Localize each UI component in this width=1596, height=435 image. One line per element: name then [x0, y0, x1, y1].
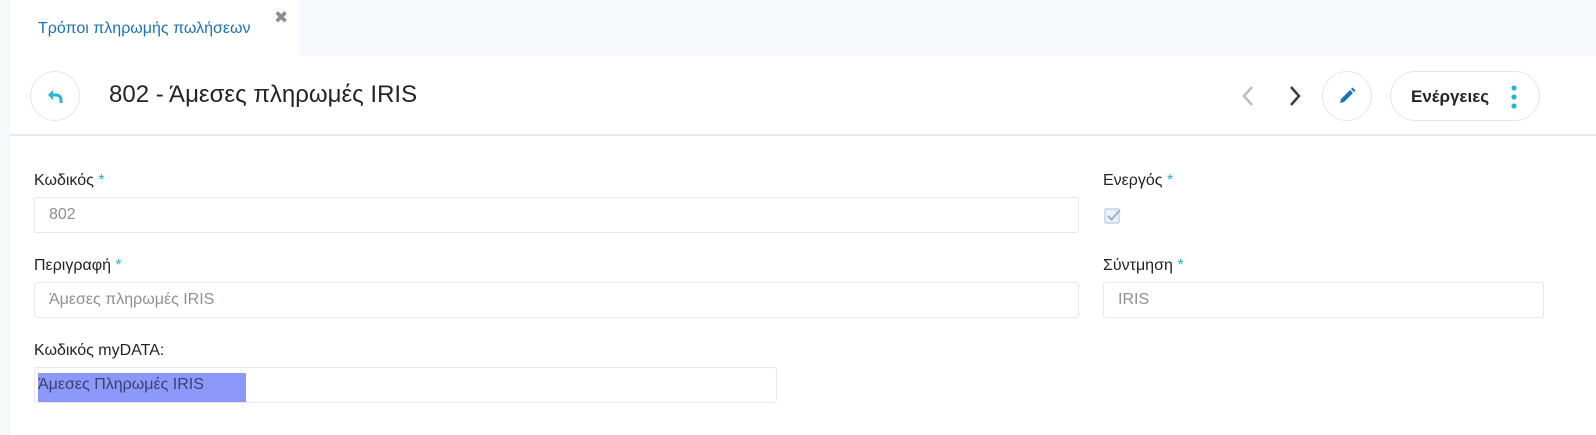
mydata-selected-value: Άμεσες Πληρωμές IRIS: [38, 373, 246, 402]
record-header: 802 - Άμεσες πληρωμές IRIS Ενέργειες: [10, 56, 1596, 136]
actions-button[interactable]: Ενέργειες: [1390, 71, 1540, 121]
short-label-text: Σύντμηση: [1103, 257, 1173, 274]
code-label-text: Κωδικός: [34, 172, 94, 189]
description-field[interactable]: Άμεσες πληρωμές IRIS: [34, 282, 1079, 318]
pencil-icon: [1340, 87, 1356, 103]
next-record-button[interactable]: [1282, 83, 1308, 109]
required-marker: *: [1166, 172, 1174, 189]
previous-record-button[interactable]: [1235, 83, 1261, 109]
undo-icon: [48, 90, 63, 103]
more-vertical-icon: [1511, 85, 1517, 109]
required-marker: *: [115, 257, 122, 274]
short-field[interactable]: IRIS: [1103, 282, 1544, 318]
code-label: Κωδικός *: [34, 172, 105, 190]
required-marker: *: [98, 172, 105, 189]
short-label: Σύντμηση *: [1103, 257, 1184, 275]
code-field[interactable]: 802: [34, 197, 1079, 233]
actions-label: Ενέργειες: [1411, 87, 1490, 106]
active-label-text: Ενεργός: [1103, 172, 1163, 189]
active-label: Ενεργός *: [1103, 172, 1173, 190]
record-panel: 802 - Άμεσες πληρωμές IRIS Ενέργειες Κωδ…: [10, 56, 1596, 435]
mydata-label: Κωδικός myDATA:: [34, 342, 165, 359]
edit-button[interactable]: [1322, 71, 1372, 121]
tab-sales-payment-methods[interactable]: Τρόποι πληρωμής πωλήσεων ✖: [10, 0, 300, 56]
tab-bar: Τρόποι πληρωμής πωλήσεων ✖: [0, 0, 1596, 56]
description-label: Περιγραφή *: [34, 257, 122, 275]
active-checkbox[interactable]: [1104, 207, 1122, 225]
tab-label[interactable]: Τρόποι πληρωμής πωλήσεων: [38, 20, 250, 38]
required-marker: *: [1177, 257, 1184, 274]
chevron-left-icon: [1242, 86, 1253, 106]
close-icon[interactable]: ✖: [274, 8, 288, 28]
chevron-right-icon: [1290, 86, 1301, 106]
page-title: 802 - Άμεσες πληρωμές IRIS: [109, 81, 418, 108]
mydata-select[interactable]: Άμεσες Πληρωμές IRIS: [34, 367, 777, 403]
back-button[interactable]: [30, 71, 80, 121]
description-label-text: Περιγραφή: [34, 257, 111, 274]
